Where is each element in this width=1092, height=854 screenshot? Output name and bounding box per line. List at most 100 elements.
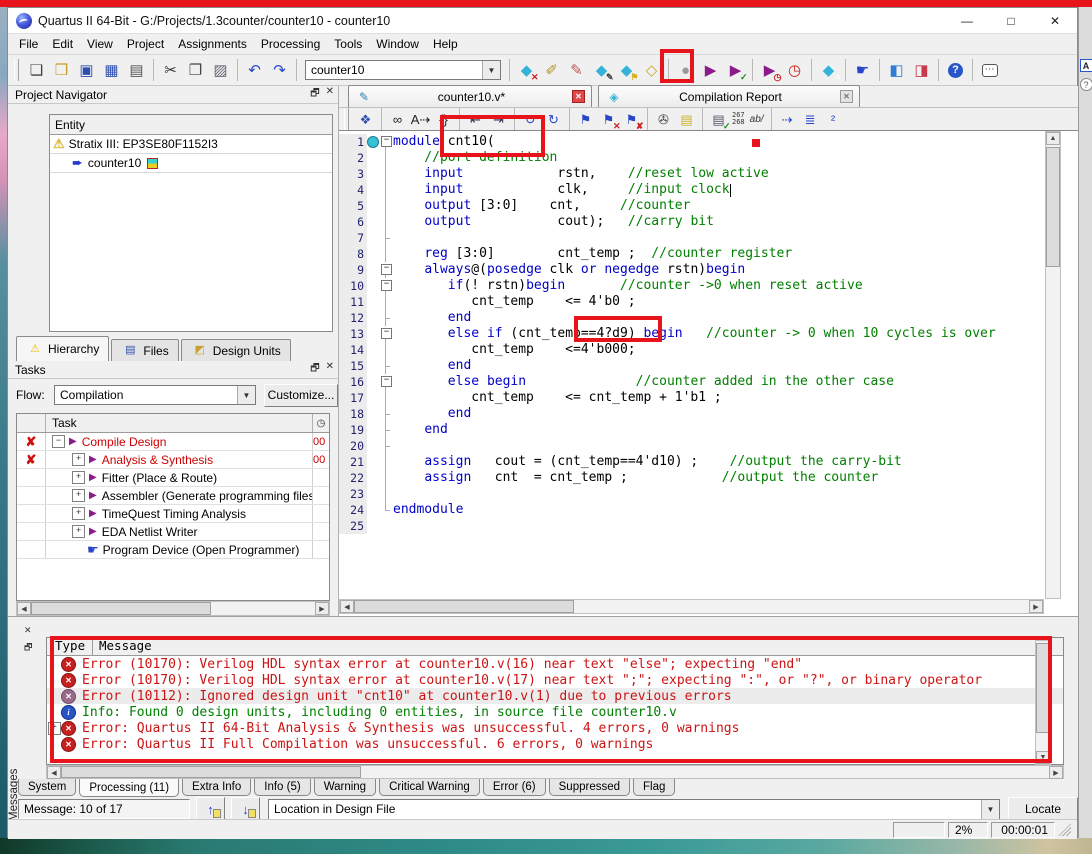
- cut-button[interactable]: ✂: [158, 57, 183, 83]
- scroll-right-icon[interactable]: ▶: [1049, 766, 1063, 779]
- scroll-left-icon[interactable]: ◀: [340, 600, 354, 613]
- chevron-down-icon[interactable]: ▼: [237, 386, 255, 404]
- open-in-main-button[interactable]: ❖: [354, 108, 377, 130]
- code-line[interactable]: 8 reg [3:0] cnt_temp ; //counter registe…: [339, 246, 1063, 262]
- message-tab-critical-warning[interactable]: Critical Warning: [379, 779, 480, 796]
- close-tab-icon[interactable]: ✕: [572, 90, 585, 103]
- menu-edit[interactable]: Edit: [45, 34, 80, 55]
- expand-icon[interactable]: +: [72, 507, 85, 520]
- message-row[interactable]: ✕ Error: Quartus II Full Compilation was …: [47, 736, 1063, 752]
- message-row[interactable]: ✕ Error (10112): Ignored design unit "cnt…: [47, 688, 1063, 704]
- close-tab-icon[interactable]: ✕: [840, 90, 853, 103]
- undo-button[interactable]: ↶: [242, 57, 267, 83]
- message-row[interactable]: + ✕ Error: Quartus II 64-Bit Analysis & Sy…: [47, 720, 1063, 736]
- code-line[interactable]: 19 end: [339, 422, 1063, 438]
- attach-button[interactable]: ✇: [652, 108, 675, 130]
- code-line[interactable]: 5 output [3:0] cnt, //counter: [339, 198, 1063, 214]
- help-button[interactable]: ?: [943, 57, 968, 83]
- message-tab-system[interactable]: System: [18, 779, 77, 796]
- message-row[interactable]: ✕ Error (10170): Verilog HDL syntax error…: [47, 672, 1063, 688]
- tab-design-units[interactable]: ◩ Design Units: [180, 339, 291, 361]
- flow-select[interactable]: Compilation ▼: [54, 385, 256, 405]
- code-line[interactable]: 15 end: [339, 358, 1063, 374]
- fold-collapse-icon[interactable]: −: [379, 134, 392, 150]
- task-row[interactable]: ✘ + ▶ Analysis & Synthesis 00: [17, 451, 329, 469]
- x-diamond-button[interactable]: ◆ ✕: [514, 57, 539, 83]
- scroll-right-icon[interactable]: ▶: [1029, 600, 1043, 613]
- code-line[interactable]: 7: [339, 230, 1063, 246]
- code-editor[interactable]: 1− module cnt10(2 //port definition 3 inpu…: [339, 131, 1063, 602]
- code-line[interactable]: 3 input rstn, //reset low active: [339, 166, 1063, 182]
- code-line[interactable]: 23: [339, 486, 1063, 502]
- code-line[interactable]: 11 cnt_temp <= 4'b0 ;: [339, 294, 1063, 310]
- float-panel-icon[interactable]: 🗗: [310, 86, 319, 103]
- tree-item-counter10[interactable]: ➨ counter10: [50, 154, 332, 173]
- scroll-up-icon[interactable]: ▲: [1046, 132, 1060, 145]
- task-row[interactable]: + ▶ TimeQuest Timing Analysis: [17, 505, 329, 523]
- message-row[interactable]: ✕ Error (10170): Verilog HDL syntax error…: [47, 656, 1063, 672]
- message-tab-processing-11[interactable]: Processing (11): [79, 779, 180, 797]
- new-file-button[interactable]: ❏: [24, 57, 49, 83]
- fold-minus-icon[interactable]: −: [381, 136, 392, 147]
- task-row[interactable]: ✘ − ▶ Compile Design 00: [17, 433, 329, 451]
- scroll-right-icon[interactable]: ▶: [315, 602, 329, 615]
- copy-button[interactable]: ❐: [183, 57, 208, 83]
- code-line[interactable]: 17 cnt_temp <= cnt_temp + 1'b1 ;: [339, 390, 1063, 406]
- code-line[interactable]: 20: [339, 438, 1063, 454]
- menu-project[interactable]: Project: [120, 34, 171, 55]
- fold-collapse-icon[interactable]: −: [379, 326, 392, 342]
- tasks-horizontal-scrollbar[interactable]: ◀ ▶: [16, 601, 330, 616]
- diamond-xor-button[interactable]: ◇: [639, 57, 664, 83]
- maximize-button[interactable]: □: [989, 8, 1033, 33]
- float-panel-icon[interactable]: 🗗: [310, 361, 319, 378]
- code-line[interactable]: 2 //port definition: [339, 150, 1063, 166]
- tree-item-device[interactable]: ⚠ Stratix III: EP3SE80F1152I3: [50, 135, 332, 154]
- expand-icon[interactable]: +: [72, 453, 85, 466]
- tab-hierarchy[interactable]: ⚠ Hierarchy: [16, 336, 110, 361]
- pencil-button[interactable]: ✎: [564, 57, 589, 83]
- diamond-pencil-button[interactable]: ◆ ✎: [589, 57, 614, 83]
- fold-collapse-icon[interactable]: −: [379, 262, 392, 278]
- scroll-left-icon[interactable]: ◀: [17, 602, 31, 615]
- menu-window[interactable]: Window: [369, 34, 426, 55]
- editor-horizontal-scrollbar[interactable]: ◀ ▶: [339, 599, 1044, 614]
- minimize-button[interactable]: —: [945, 8, 989, 33]
- scrollbar-thumb[interactable]: [1036, 643, 1050, 733]
- paste-button[interactable]: ▨: [208, 57, 233, 83]
- code-line[interactable]: 1 − module cnt10(: [339, 134, 1063, 150]
- code-line[interactable]: 21 assign cout = (cnt_temp==4'd10) ; //o…: [339, 454, 1063, 470]
- locate-button[interactable]: Locate: [1008, 797, 1078, 821]
- fold-collapse-icon[interactable]: −: [379, 278, 392, 294]
- fold-minus-icon[interactable]: −: [381, 264, 392, 275]
- close-panel-icon[interactable]: ✕: [24, 625, 32, 636]
- code-line[interactable]: 16 − else begin //counter added in the ot…: [339, 374, 1063, 390]
- message-tab-extra-info[interactable]: Extra Info: [182, 779, 252, 796]
- outdent-button[interactable]: ⇤: [464, 108, 487, 130]
- fold-collapse-icon[interactable]: −: [379, 374, 392, 390]
- messages-vertical-scrollbar[interactable]: ▼: [1035, 640, 1051, 765]
- toolbar-grip[interactable]: [344, 108, 349, 130]
- scrollbar-thumb[interactable]: [61, 766, 361, 778]
- device-red-button[interactable]: ◨: [909, 57, 934, 83]
- next-loc-button[interactable]: ↻: [542, 108, 565, 130]
- tab-files[interactable]: ▤ Files: [111, 339, 179, 361]
- open-file-button[interactable]: ❒: [49, 57, 74, 83]
- code-line[interactable]: 24 endmodule: [339, 502, 1063, 518]
- programmer-hand-button[interactable]: ☛: [850, 57, 875, 83]
- customize-button[interactable]: Customize...: [264, 383, 338, 407]
- code-line[interactable]: 13 − else if (cnt_temp==4?d9) begin //cou…: [339, 326, 1063, 342]
- prev-loc-button[interactable]: ↺: [519, 108, 542, 130]
- menu-view[interactable]: View: [80, 34, 120, 55]
- print-button[interactable]: ▤: [124, 57, 149, 83]
- fold-minus-icon[interactable]: −: [381, 328, 392, 339]
- bookmark-x-button[interactable]: ⚑ ✕: [597, 108, 621, 131]
- scrollbar-thumb[interactable]: [31, 602, 211, 615]
- message-tab-flag[interactable]: Flag: [633, 779, 676, 796]
- stop-button[interactable]: ●: [673, 57, 698, 83]
- bookmark-button[interactable]: ⚑: [574, 108, 597, 130]
- scrollbar-thumb[interactable]: [1046, 147, 1060, 267]
- collapse-icon[interactable]: −: [52, 435, 65, 448]
- code-line[interactable]: 18 end: [339, 406, 1063, 422]
- expand-icon[interactable]: +: [47, 721, 61, 735]
- message-tab-error-6[interactable]: Error (6): [482, 779, 546, 796]
